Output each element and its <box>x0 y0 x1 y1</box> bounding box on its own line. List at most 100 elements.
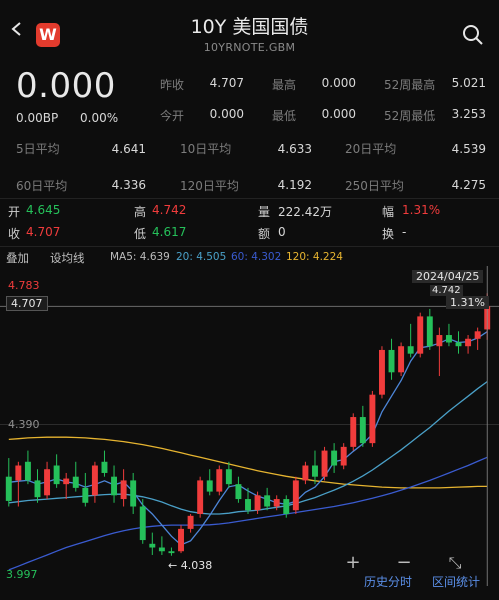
candle <box>178 525 184 554</box>
ma120-readout: 120: 4.224 <box>286 251 343 263</box>
candle <box>350 413 357 451</box>
candle <box>15 461 22 507</box>
52w-high-value: 5.021 <box>451 76 486 90</box>
cursor-percent: 1.31% <box>446 296 489 309</box>
overlay-button[interactable]: 叠加 <box>6 250 29 266</box>
cursor-value: 4.742 <box>430 285 463 296</box>
open-today-label: 今开 <box>160 109 185 123</box>
open-value: 4.645 <box>26 203 61 217</box>
avg250-label: 250日平均 <box>345 179 404 193</box>
candle <box>235 476 242 503</box>
candle <box>158 536 165 555</box>
current-price: 0.000 <box>16 66 116 106</box>
candle <box>139 499 146 544</box>
candle <box>24 450 31 485</box>
candle <box>5 458 12 507</box>
expand-icon[interactable]: ⤡ <box>443 551 467 575</box>
candle <box>417 312 424 358</box>
candle <box>340 443 347 470</box>
candle <box>264 487 271 511</box>
zoom-in-button[interactable]: + <box>341 551 365 575</box>
candle <box>130 472 137 514</box>
ticker-code: 10YRNOTE.GBM <box>203 41 296 54</box>
exchange-value: - <box>402 225 407 239</box>
avg120-value: 4.192 <box>277 178 312 192</box>
candle <box>426 308 433 350</box>
candle <box>149 532 156 555</box>
candle <box>111 465 118 503</box>
candle <box>63 472 70 500</box>
divider <box>0 198 499 199</box>
interval-stats-link[interactable]: 区间统计 <box>432 573 480 590</box>
amplitude-value: 1.31% <box>402 203 441 217</box>
avg60-value: 4.336 <box>111 178 146 192</box>
candle <box>34 469 41 503</box>
amplitude-label: 幅 <box>382 205 395 219</box>
ma60-readout: 60: 4.302 <box>231 251 282 263</box>
candle <box>206 469 213 496</box>
low-value: 0.000 <box>321 107 356 121</box>
close-value: 4.707 <box>26 225 61 239</box>
candle <box>302 461 309 485</box>
change-percent: 0.00% <box>80 111 119 125</box>
candle <box>312 450 318 485</box>
high-price-label: 高 <box>134 205 147 219</box>
candle <box>331 443 338 473</box>
avg10-label: 10日平均 <box>180 142 232 156</box>
candle <box>216 465 223 496</box>
divider <box>0 246 499 247</box>
exchange-label: 换 <box>382 227 395 241</box>
open-label: 开 <box>8 205 21 219</box>
avg20-value: 4.539 <box>451 142 486 156</box>
search-icon[interactable] <box>462 24 484 46</box>
candle <box>82 472 89 507</box>
change-bp: 0.00BP <box>16 111 59 125</box>
prev-close-value: 4.707 <box>209 76 244 90</box>
candle <box>321 446 328 481</box>
axis-top-price: 4.783 <box>8 279 40 292</box>
ref-price-label: 4.707 <box>6 296 48 311</box>
candle <box>72 461 79 492</box>
candle <box>292 476 299 514</box>
min-price-marker: ← 4.038 <box>168 559 213 572</box>
candlestick-chart[interactable] <box>0 266 499 600</box>
ma20-readout: 20: 4.505 <box>176 251 227 263</box>
low-label: 最低 <box>272 109 297 123</box>
candle <box>168 547 175 556</box>
candle <box>359 405 366 447</box>
set-ma-button[interactable]: 设均线 <box>50 250 85 266</box>
candle <box>91 461 98 503</box>
cursor-date: 2024/04/25 <box>412 270 484 283</box>
candle <box>53 454 60 488</box>
candle <box>398 342 405 377</box>
candle <box>120 469 127 507</box>
avg250-value: 4.275 <box>451 178 486 192</box>
turnover-value: 0 <box>278 225 286 239</box>
turnover-label: 额 <box>258 227 271 241</box>
avg5-value: 4.641 <box>111 142 146 156</box>
axis-mid-price: 4.390 <box>8 418 40 431</box>
52w-high-label: 52周最高 <box>384 78 436 92</box>
ma5-readout: MA5: 4.639 <box>110 251 170 263</box>
52w-low-value: 3.253 <box>451 107 486 121</box>
candle <box>378 346 385 399</box>
candle <box>225 461 232 488</box>
candle <box>44 461 51 500</box>
low-price-value: 4.617 <box>152 225 187 239</box>
candle <box>445 323 452 347</box>
candle <box>197 476 204 518</box>
high-label: 最高 <box>272 78 297 92</box>
axis-bottom-price: 3.997 <box>6 568 38 581</box>
avg60-label: 60日平均 <box>16 179 68 193</box>
volume-value: 222.42万 <box>278 205 332 219</box>
candle <box>465 335 472 354</box>
high-price-value: 4.742 <box>152 203 187 217</box>
avg10-value: 4.633 <box>277 142 312 156</box>
history-timeshare-link[interactable]: 历史分时 <box>364 573 412 590</box>
avg5-label: 5日平均 <box>16 142 60 156</box>
close-label: 收 <box>8 227 21 241</box>
ma120-line <box>8 436 488 489</box>
zoom-out-button[interactable]: − <box>392 551 416 575</box>
candle <box>101 450 108 477</box>
low-price-label: 低 <box>134 227 147 241</box>
